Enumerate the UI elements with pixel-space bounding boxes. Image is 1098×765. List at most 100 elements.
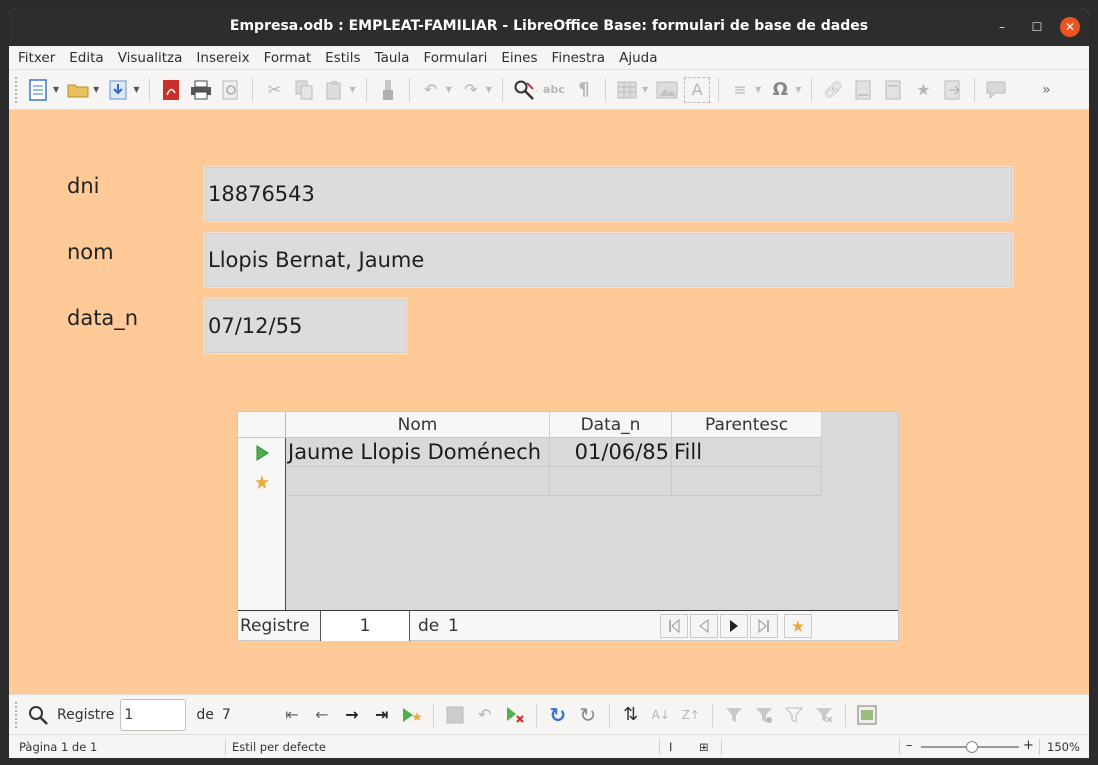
- last-record-icon[interactable]: [750, 614, 778, 638]
- cell-new-data-n[interactable]: [550, 467, 672, 496]
- data-n-field[interactable]: 07/12/55: [204, 298, 407, 354]
- menu-eines[interactable]: Eines: [494, 46, 544, 70]
- chevron-down-icon[interactable]: ▼: [349, 85, 355, 94]
- chevron-down-icon[interactable]: ▼: [53, 85, 59, 94]
- menu-formulari[interactable]: Formulari: [416, 46, 494, 70]
- chevron-down-icon[interactable]: ▼: [795, 85, 801, 94]
- zoom-slider[interactable]: [921, 741, 1019, 753]
- chevron-down-icon[interactable]: ▼: [446, 85, 452, 94]
- insert-field-icon[interactable]: ≡: [727, 77, 753, 103]
- save-icon[interactable]: [105, 77, 131, 103]
- copy-icon[interactable]: [291, 77, 317, 103]
- menu-fitxer[interactable]: Fitxer: [11, 46, 62, 70]
- formatting-marks-icon[interactable]: ¶: [571, 77, 597, 103]
- zoom-in-button[interactable]: +: [1023, 738, 1034, 753]
- first-record-icon[interactable]: ⇤: [279, 702, 305, 728]
- clone-formatting-icon[interactable]: [375, 77, 401, 103]
- print-preview-icon[interactable]: [218, 77, 244, 103]
- menu-estils[interactable]: Estils: [318, 46, 367, 70]
- save-record-icon[interactable]: [442, 702, 468, 728]
- redo-icon[interactable]: ↷: [458, 77, 484, 103]
- previous-record-icon[interactable]: ←: [309, 702, 335, 728]
- sort-ascending-icon[interactable]: A↓: [648, 702, 674, 728]
- column-header-nom[interactable]: Nom: [286, 412, 550, 438]
- undo-icon[interactable]: ↶: [418, 77, 444, 103]
- menu-visualitza[interactable]: Visualitza: [111, 46, 190, 70]
- insert-image-icon[interactable]: [654, 77, 680, 103]
- print-icon[interactable]: [188, 77, 214, 103]
- cell-data-n[interactable]: 01/06/85: [550, 438, 672, 467]
- spelling-icon[interactable]: abc: [541, 77, 567, 103]
- toolbar-handle[interactable]: [15, 76, 19, 103]
- new-row-marker[interactable]: [238, 467, 286, 496]
- find-replace-icon[interactable]: [511, 77, 537, 103]
- column-header-data-n[interactable]: Data_n: [550, 412, 672, 438]
- hyperlink-icon[interactable]: 🔗︎: [820, 77, 846, 103]
- menu-taula[interactable]: Taula: [368, 46, 417, 70]
- menu-insereix[interactable]: Insereix: [189, 46, 256, 70]
- cell-parentesc[interactable]: Fill: [672, 438, 822, 467]
- cell-new-nom[interactable]: [286, 467, 550, 496]
- first-record-icon[interactable]: [660, 614, 688, 638]
- delete-record-icon[interactable]: [502, 702, 528, 728]
- special-character-icon[interactable]: Ω: [767, 77, 793, 103]
- apply-filter-icon[interactable]: [751, 702, 777, 728]
- insert-textbox-icon[interactable]: A: [684, 76, 711, 103]
- sort-icon[interactable]: ⇅: [618, 702, 644, 728]
- cross-reference-icon[interactable]: [940, 77, 966, 103]
- subform-record-input[interactable]: 1: [320, 611, 410, 641]
- standard-filter-icon[interactable]: [781, 702, 807, 728]
- chevron-down-icon[interactable]: ▼: [642, 85, 648, 94]
- selection-mode-icon[interactable]: ⊞: [699, 740, 709, 754]
- current-row-marker[interactable]: [238, 438, 286, 467]
- menu-ajuda[interactable]: Ajuda: [612, 46, 664, 70]
- previous-record-icon[interactable]: [690, 614, 718, 638]
- bookmark-icon[interactable]: ★: [910, 77, 936, 103]
- cut-icon[interactable]: ✂: [261, 77, 287, 103]
- zoom-out-button[interactable]: –: [906, 738, 913, 753]
- cell-nom[interactable]: Jaume Llopis Doménech: [286, 438, 550, 467]
- insert-table-icon[interactable]: [614, 77, 640, 103]
- sort-descending-icon[interactable]: Z↑: [678, 702, 704, 728]
- search-icon[interactable]: [25, 702, 51, 728]
- insert-mode-status[interactable]: I: [669, 740, 672, 754]
- next-record-icon[interactable]: [720, 614, 748, 638]
- chevron-down-icon[interactable]: ▼: [486, 85, 492, 94]
- refresh-control-icon[interactable]: ↻: [575, 702, 601, 728]
- column-header-parentesc[interactable]: Parentesc: [672, 412, 822, 438]
- last-record-icon[interactable]: ⇥: [369, 702, 395, 728]
- nom-field[interactable]: Llopis Bernat, Jaume: [204, 232, 1013, 288]
- page-style-status[interactable]: Estil per defecte: [232, 740, 326, 754]
- reset-filter-icon[interactable]: [811, 702, 837, 728]
- new-record-icon[interactable]: [399, 702, 425, 728]
- zoom-slider-handle[interactable]: [966, 741, 978, 753]
- menu-finestra[interactable]: Finestra: [545, 46, 613, 70]
- minimize-button[interactable]: –: [992, 17, 1012, 37]
- toolbar-handle[interactable]: [15, 701, 19, 728]
- new-document-icon[interactable]: [25, 77, 51, 103]
- menu-format[interactable]: Format: [257, 46, 319, 70]
- autofilter-icon[interactable]: [721, 702, 747, 728]
- maximize-button[interactable]: ☐: [1027, 17, 1047, 37]
- menu-edita[interactable]: Edita: [62, 46, 110, 70]
- refresh-icon[interactable]: ↻: [545, 702, 571, 728]
- paste-icon[interactable]: [321, 77, 347, 103]
- chevron-down-icon[interactable]: ▼: [133, 85, 139, 94]
- undo-record-icon[interactable]: ↶: [472, 702, 498, 728]
- footnote-icon[interactable]: [850, 77, 876, 103]
- endnote-icon[interactable]: [880, 77, 906, 103]
- record-number-input[interactable]: 1: [120, 698, 187, 731]
- zoom-level[interactable]: 150%: [1047, 740, 1080, 754]
- comment-icon[interactable]: [983, 77, 1009, 103]
- open-folder-icon[interactable]: [65, 77, 91, 103]
- chevron-down-icon[interactable]: ▼: [93, 85, 99, 94]
- cell-new-parentesc[interactable]: [672, 467, 822, 496]
- export-pdf-icon[interactable]: [158, 77, 184, 103]
- more-icon[interactable]: »: [1033, 77, 1059, 103]
- next-record-icon[interactable]: →: [339, 702, 365, 728]
- chevron-down-icon[interactable]: ▼: [755, 85, 761, 94]
- data-to-text-icon[interactable]: [854, 702, 880, 728]
- new-record-icon[interactable]: [784, 614, 812, 638]
- subform-grid[interactable]: Nom Data_n Parentesc Jaume Llopis Doméne…: [237, 411, 899, 641]
- dni-field[interactable]: 18876543: [204, 166, 1013, 222]
